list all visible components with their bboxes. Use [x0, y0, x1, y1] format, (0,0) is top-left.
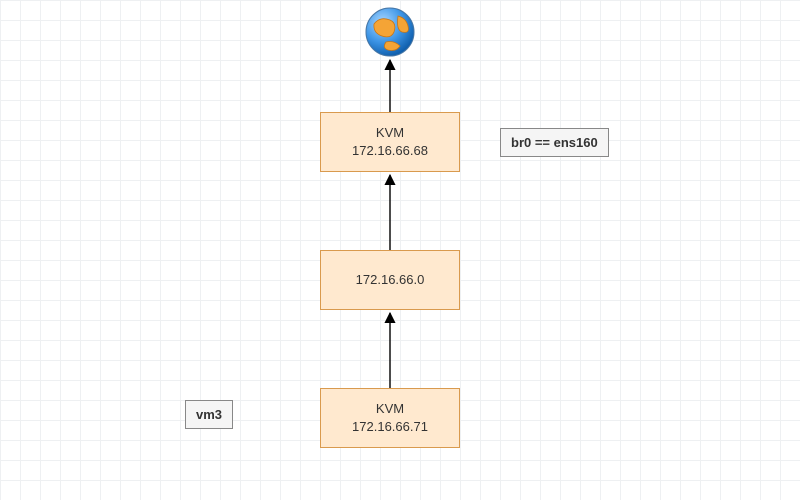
label-vm: vm3 [185, 400, 233, 429]
node-ip: 172.16.66.0 [356, 271, 425, 289]
label-text: vm3 [196, 407, 222, 422]
node-kvm-host[interactable]: KVM 172.16.66.68 [320, 112, 460, 172]
node-ip: 172.16.66.71 [352, 418, 428, 436]
label-text: br0 == ens160 [511, 135, 598, 150]
node-subnet[interactable]: 172.16.66.0 [320, 250, 460, 310]
node-kvm-vm[interactable]: KVM 172.16.66.71 [320, 388, 460, 448]
label-bridge: br0 == ens160 [500, 128, 609, 157]
globe-icon [364, 6, 416, 61]
node-ip: 172.16.66.68 [352, 142, 428, 160]
node-title: KVM [376, 400, 404, 418]
node-title: KVM [376, 124, 404, 142]
